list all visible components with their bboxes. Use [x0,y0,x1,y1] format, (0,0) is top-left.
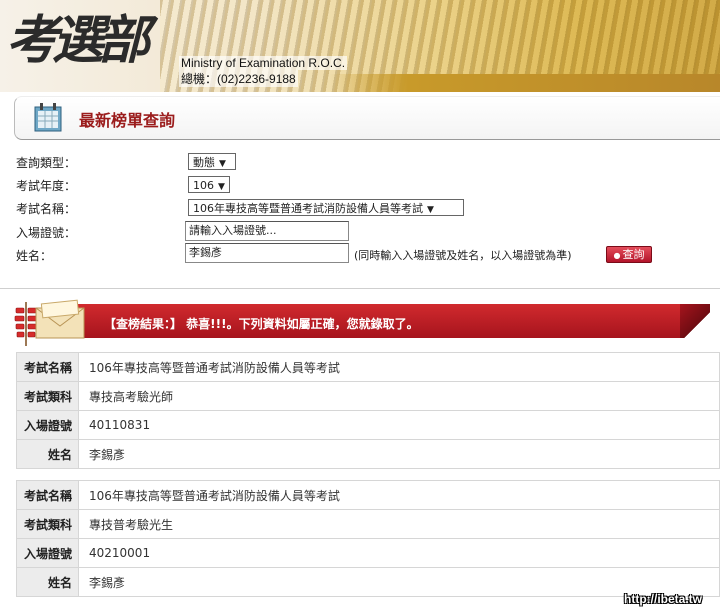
dropdown-arrow-icon: ▼ [218,182,225,192]
exam-name-label: 考試名稱： [16,202,77,216]
exam-name-value: 106年專技高等暨普通考試消防設備人員等考試 [78,480,720,510]
table-row: 考試名稱 106年專技高等暨普通考試消防設備人員等考試 [16,480,720,510]
table-row: 入場證號 40110831 [16,410,720,440]
exam-name-select[interactable]: 106年專技高等暨普通考試消防設備人員等考試 ▼ [188,199,464,216]
ministry-english-name: Ministry of Examination R.O.C. [179,56,348,70]
exam-name-key: 考試名稱 [16,480,79,510]
query-type-value: 動態 [193,156,215,169]
name-value: 李錫彥 [78,439,720,469]
exam-year-label: 考試年度： [16,179,77,193]
ministry-logo[interactable]: 考選部 [6,6,166,76]
ticket-label: 入場證號： [16,226,77,240]
table-row: 入場證號 40210001 [16,538,720,568]
name-key: 姓名 [16,567,79,597]
exam-year-value: 106 [193,179,214,192]
result-table-1: 考試名稱 106年專技高等暨普通考試消防設備人員等考試 考試類科 專技高考驗光師… [16,352,720,469]
table-row: 姓名 李錫彥 [16,567,720,597]
table-row: 考試類科 專技高考驗光師 [16,381,720,411]
input-hint: (同時輸入入場證號及姓名，以入場證號為準) [354,249,572,262]
exam-name-value: 106年專技高等暨普通考試消防設備人員等考試 [193,202,423,215]
dropdown-arrow-icon: ▼ [427,205,434,215]
bullet-icon: ● [613,251,621,260]
category-value: 專技高考驗光師 [78,381,720,411]
page-title: 最新榜單查詢 [79,111,176,130]
ministry-phone: 總機：(02)2236-9188 [179,70,298,87]
category-key: 考試類科 [16,509,79,539]
category-key: 考試類科 [16,381,79,411]
ticket-key: 入場證號 [16,538,79,568]
exam-name-key: 考試名稱 [16,352,79,382]
calendar-icon [34,103,62,132]
banner-stripe [330,74,720,92]
query-type-label: 查詢類型： [16,156,77,170]
table-row: 考試類科 專技普考驗光生 [16,509,720,539]
result-banner: 【查榜結果：】 恭喜!!!。下列資料如屬正確，您就錄取了。 [0,296,720,350]
header-banner: 考選部 Ministry of Examination R.O.C. 總機：(0… [0,0,720,92]
ticket-input[interactable]: 請輸入入場證號... [185,221,349,241]
result-message: 【查榜結果：】 恭喜!!!。下列資料如屬正確，您就錄取了。 [104,317,419,331]
ticket-value: 40110831 [78,410,720,440]
envelope-icon [35,299,85,339]
table-row: 姓名 李錫彥 [16,439,720,469]
table-row: 考試名稱 106年專技高等暨普通考試消防設備人員等考試 [16,352,720,382]
name-input[interactable]: 李錫彥 [185,243,349,263]
name-label: 姓名： [16,249,53,263]
exam-year-select[interactable]: 106 ▼ [188,176,230,193]
exam-name-value: 106年專技高等暨普通考試消防設備人員等考試 [78,352,720,382]
section-header: 最新榜單查詢 [14,96,720,140]
result-banner-fold [680,304,710,338]
watermark: http://ibeta.tw [624,592,702,606]
divider [0,288,720,289]
ticket-key: 入場證號 [16,410,79,440]
result-table-2: 考試名稱 106年專技高等暨普通考試消防設備人員等考試 考試類科 專技普考驗光生… [16,480,720,597]
name-key: 姓名 [16,439,79,469]
query-button-label: 查詢 [622,248,645,261]
dropdown-arrow-icon: ▼ [219,159,226,169]
ticket-value: 40210001 [78,538,720,568]
query-type-select[interactable]: 動態 ▼ [188,153,236,170]
category-value: 專技普考驗光生 [78,509,720,539]
query-button[interactable]: ● 查詢 [606,246,652,263]
